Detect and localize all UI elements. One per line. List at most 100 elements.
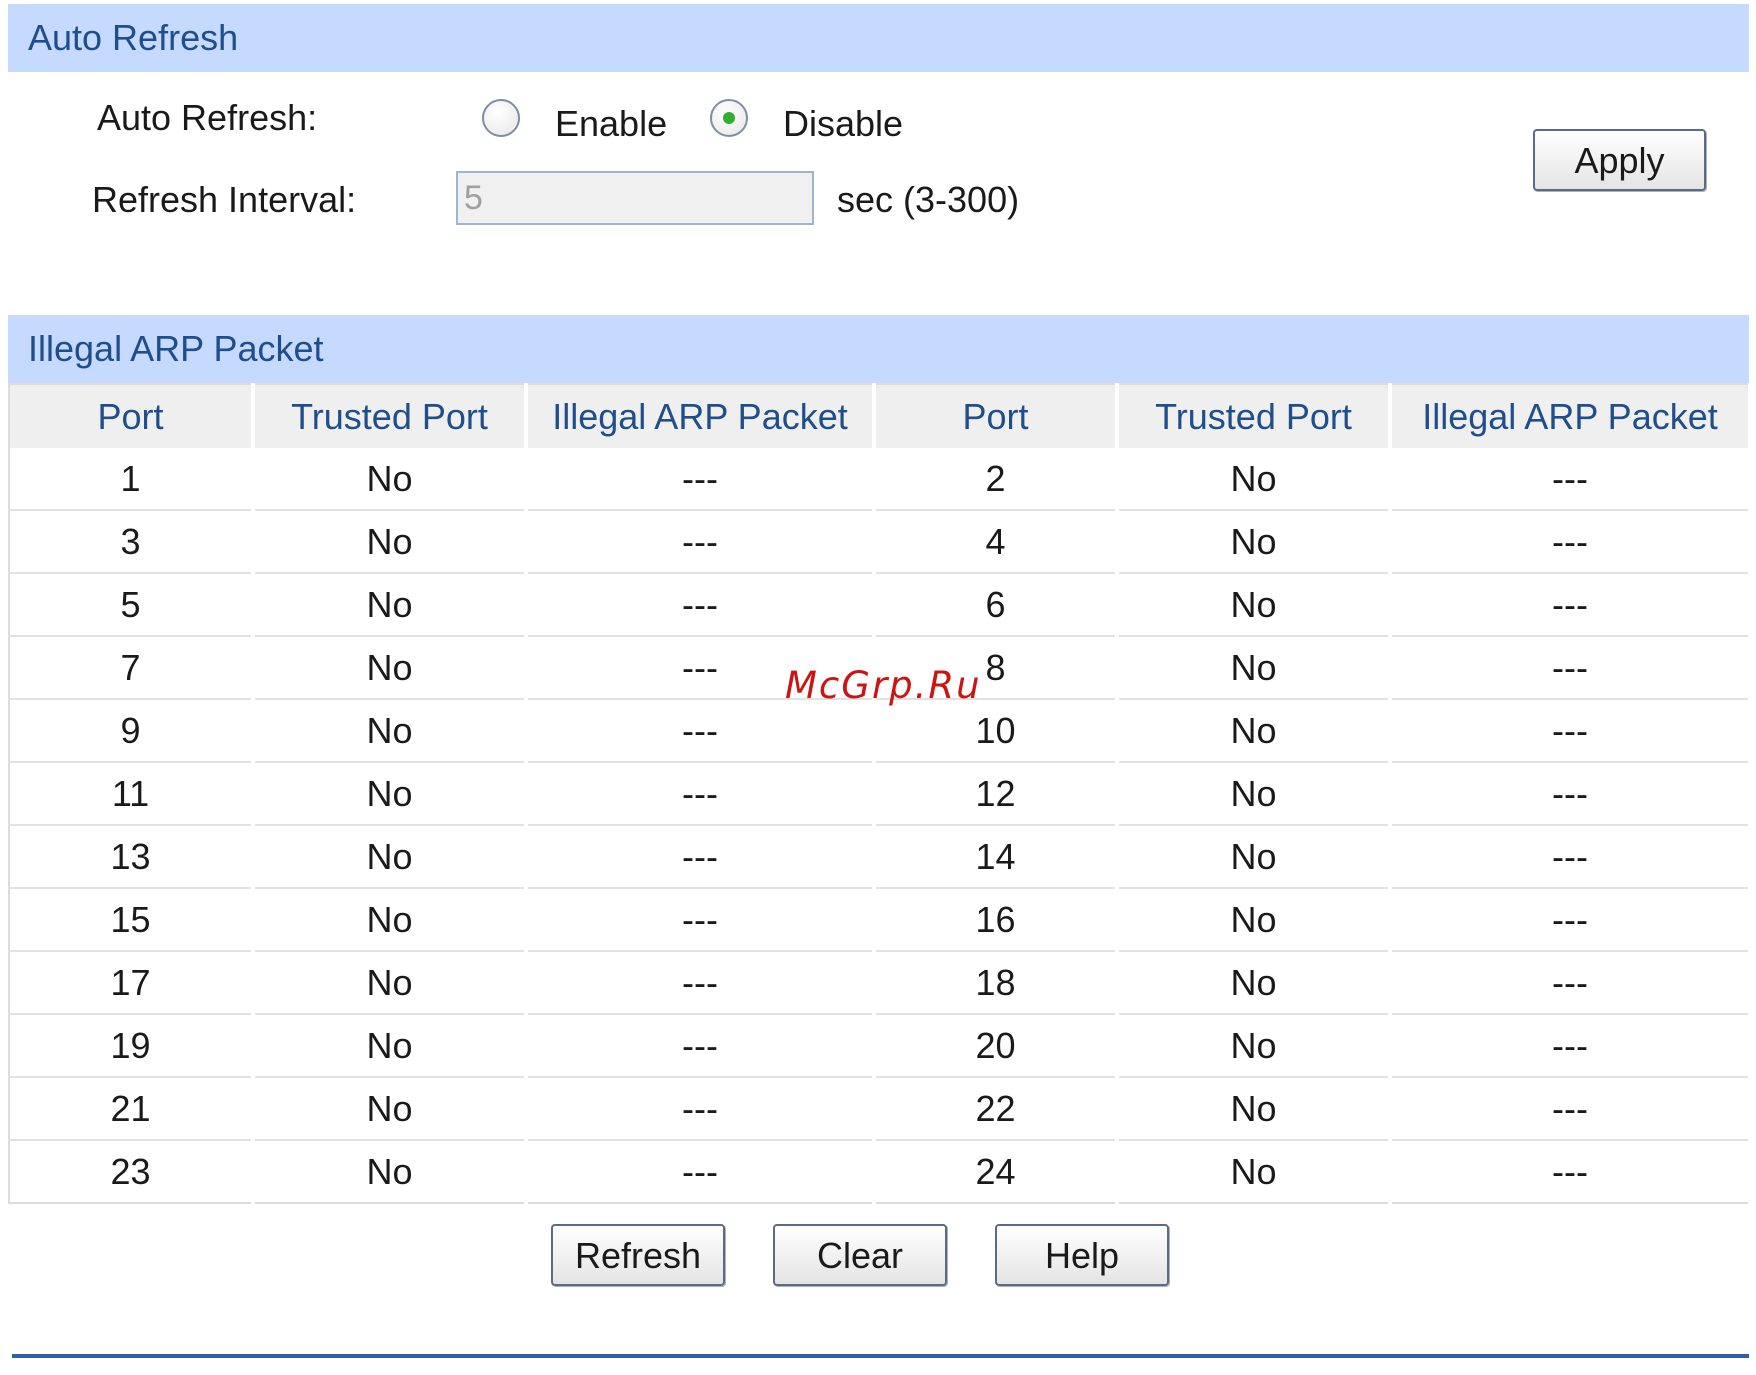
illegal-arp-packet-cell: --- bbox=[526, 1140, 876, 1203]
trusted-port-cell: No bbox=[1117, 510, 1392, 574]
illegal-arp-packet-cell: --- bbox=[1390, 510, 1752, 574]
auto-refresh-section-header: Auto Refresh bbox=[8, 4, 1749, 72]
table-row: 15 No --- 16 No --- bbox=[9, 888, 1752, 952]
trusted-port-cell: No bbox=[1117, 573, 1392, 637]
port-cell: 2 bbox=[874, 448, 1119, 511]
radio-selected-dot bbox=[723, 112, 735, 124]
table-row: 13 No --- 14 No --- bbox=[9, 825, 1752, 889]
port-cell: 13 bbox=[9, 825, 255, 889]
trusted-port-cell: No bbox=[1117, 951, 1392, 1015]
trusted-port-cell: No bbox=[253, 1077, 528, 1141]
port-cell: 14 bbox=[874, 825, 1119, 889]
trusted-port-cell: No bbox=[1117, 1014, 1392, 1078]
trusted-port-cell: No bbox=[253, 762, 528, 826]
trusted-port-cell: No bbox=[253, 448, 528, 511]
trusted-port-cell: No bbox=[1117, 762, 1392, 826]
port-cell: 12 bbox=[874, 762, 1119, 826]
illegal-arp-packet-cell: --- bbox=[526, 951, 876, 1015]
column-header-illegal-arp-packet: Illegal ARP Packet bbox=[526, 384, 876, 448]
illegal-arp-packet-cell: --- bbox=[1390, 1077, 1752, 1141]
illegal-arp-table: Port Trusted Port Illegal ARP Packet Por… bbox=[8, 383, 1752, 1204]
trusted-port-cell: No bbox=[253, 951, 528, 1015]
illegal-arp-packet-cell: --- bbox=[526, 825, 876, 889]
trusted-port-cell: No bbox=[1117, 1140, 1392, 1203]
port-cell: 24 bbox=[874, 1140, 1119, 1203]
illegal-arp-packet-cell: --- bbox=[1390, 699, 1752, 763]
port-cell: 21 bbox=[9, 1077, 255, 1141]
disable-label[interactable]: Disable bbox=[783, 104, 903, 144]
port-cell: 18 bbox=[874, 951, 1119, 1015]
port-cell: 1 bbox=[9, 448, 255, 511]
port-cell: 16 bbox=[874, 888, 1119, 952]
refresh-interval-hint: sec (3-300) bbox=[837, 179, 1020, 220]
illegal-arp-packet-cell: --- bbox=[1390, 1140, 1752, 1203]
port-cell: 4 bbox=[874, 510, 1119, 574]
trusted-port-cell: No bbox=[253, 636, 528, 700]
table-row: 17 No --- 18 No --- bbox=[9, 951, 1752, 1015]
illegal-arp-packet-cell: --- bbox=[526, 888, 876, 952]
illegal-arp-packet-cell: --- bbox=[1390, 1014, 1752, 1078]
refresh-interval-input[interactable] bbox=[456, 171, 814, 225]
illegal-arp-packet-cell: --- bbox=[526, 1014, 876, 1078]
port-cell: 15 bbox=[9, 888, 255, 952]
help-button[interactable]: Help bbox=[995, 1224, 1169, 1286]
port-cell: 5 bbox=[9, 573, 255, 637]
trusted-port-cell: No bbox=[1117, 636, 1392, 700]
table-row: 11 No --- 12 No --- bbox=[9, 762, 1752, 826]
column-header-illegal-arp-packet: Illegal ARP Packet bbox=[1390, 384, 1752, 448]
illegal-arp-packet-cell: --- bbox=[1390, 762, 1752, 826]
trusted-port-cell: No bbox=[253, 510, 528, 574]
port-cell: 10 bbox=[874, 699, 1119, 763]
column-header-trusted-port: Trusted Port bbox=[253, 384, 528, 448]
illegal-arp-packet-cell: --- bbox=[1390, 573, 1752, 637]
column-header-port: Port bbox=[9, 384, 255, 448]
clear-button[interactable]: Clear bbox=[773, 1224, 947, 1286]
trusted-port-cell: No bbox=[253, 1140, 528, 1203]
bottom-divider bbox=[12, 1354, 1749, 1358]
table-row: 19 No --- 20 No --- bbox=[9, 1014, 1752, 1078]
trusted-port-cell: No bbox=[253, 699, 528, 763]
trusted-port-cell: No bbox=[253, 573, 528, 637]
apply-button[interactable]: Apply bbox=[1533, 129, 1706, 191]
illegal-arp-packet-cell: --- bbox=[1390, 825, 1752, 889]
table-row: 3 No --- 4 No --- bbox=[9, 510, 1752, 574]
table-row: 5 No --- 6 No --- bbox=[9, 573, 1752, 637]
trusted-port-cell: No bbox=[1117, 699, 1392, 763]
refresh-interval-label: Refresh Interval: bbox=[92, 179, 357, 220]
port-cell: 23 bbox=[9, 1140, 255, 1203]
watermark: McGrp.Ru bbox=[785, 664, 982, 707]
illegal-arp-section-header: Illegal ARP Packet bbox=[8, 315, 1749, 383]
port-cell: 3 bbox=[9, 510, 255, 574]
trusted-port-cell: No bbox=[1117, 888, 1392, 952]
auto-refresh-label: Auto Refresh: bbox=[97, 97, 318, 138]
trusted-port-cell: No bbox=[253, 888, 528, 952]
refresh-button[interactable]: Refresh bbox=[551, 1224, 725, 1286]
illegal-arp-packet-cell: --- bbox=[526, 510, 876, 574]
illegal-arp-packet-cell: --- bbox=[526, 573, 876, 637]
illegal-arp-packet-cell: --- bbox=[526, 1077, 876, 1141]
port-cell: 22 bbox=[874, 1077, 1119, 1141]
port-cell: 11 bbox=[9, 762, 255, 826]
illegal-arp-packet-cell: --- bbox=[526, 699, 876, 763]
table-row: 21 No --- 22 No --- bbox=[9, 1077, 1752, 1141]
disable-radio[interactable] bbox=[710, 99, 748, 137]
illegal-arp-packet-cell: --- bbox=[526, 762, 876, 826]
enable-radio[interactable] bbox=[482, 99, 520, 137]
port-cell: 20 bbox=[874, 1014, 1119, 1078]
enable-label[interactable]: Enable bbox=[555, 104, 667, 144]
column-header-trusted-port: Trusted Port bbox=[1117, 384, 1392, 448]
trusted-port-cell: No bbox=[1117, 1077, 1392, 1141]
table-header-row: Port Trusted Port Illegal ARP Packet Por… bbox=[9, 384, 1752, 448]
trusted-port-cell: No bbox=[253, 1014, 528, 1078]
illegal-arp-packet-cell: --- bbox=[1390, 636, 1752, 700]
illegal-arp-packet-cell: --- bbox=[526, 448, 876, 511]
port-cell: 7 bbox=[9, 636, 255, 700]
port-cell: 17 bbox=[9, 951, 255, 1015]
column-header-port: Port bbox=[874, 384, 1119, 448]
trusted-port-cell: No bbox=[1117, 825, 1392, 889]
trusted-port-cell: No bbox=[1117, 448, 1392, 511]
port-cell: 6 bbox=[874, 573, 1119, 637]
illegal-arp-packet-cell: --- bbox=[1390, 951, 1752, 1015]
table-row: 23 No --- 24 No --- bbox=[9, 1140, 1752, 1203]
table-row: 1 No --- 2 No --- bbox=[9, 448, 1752, 511]
